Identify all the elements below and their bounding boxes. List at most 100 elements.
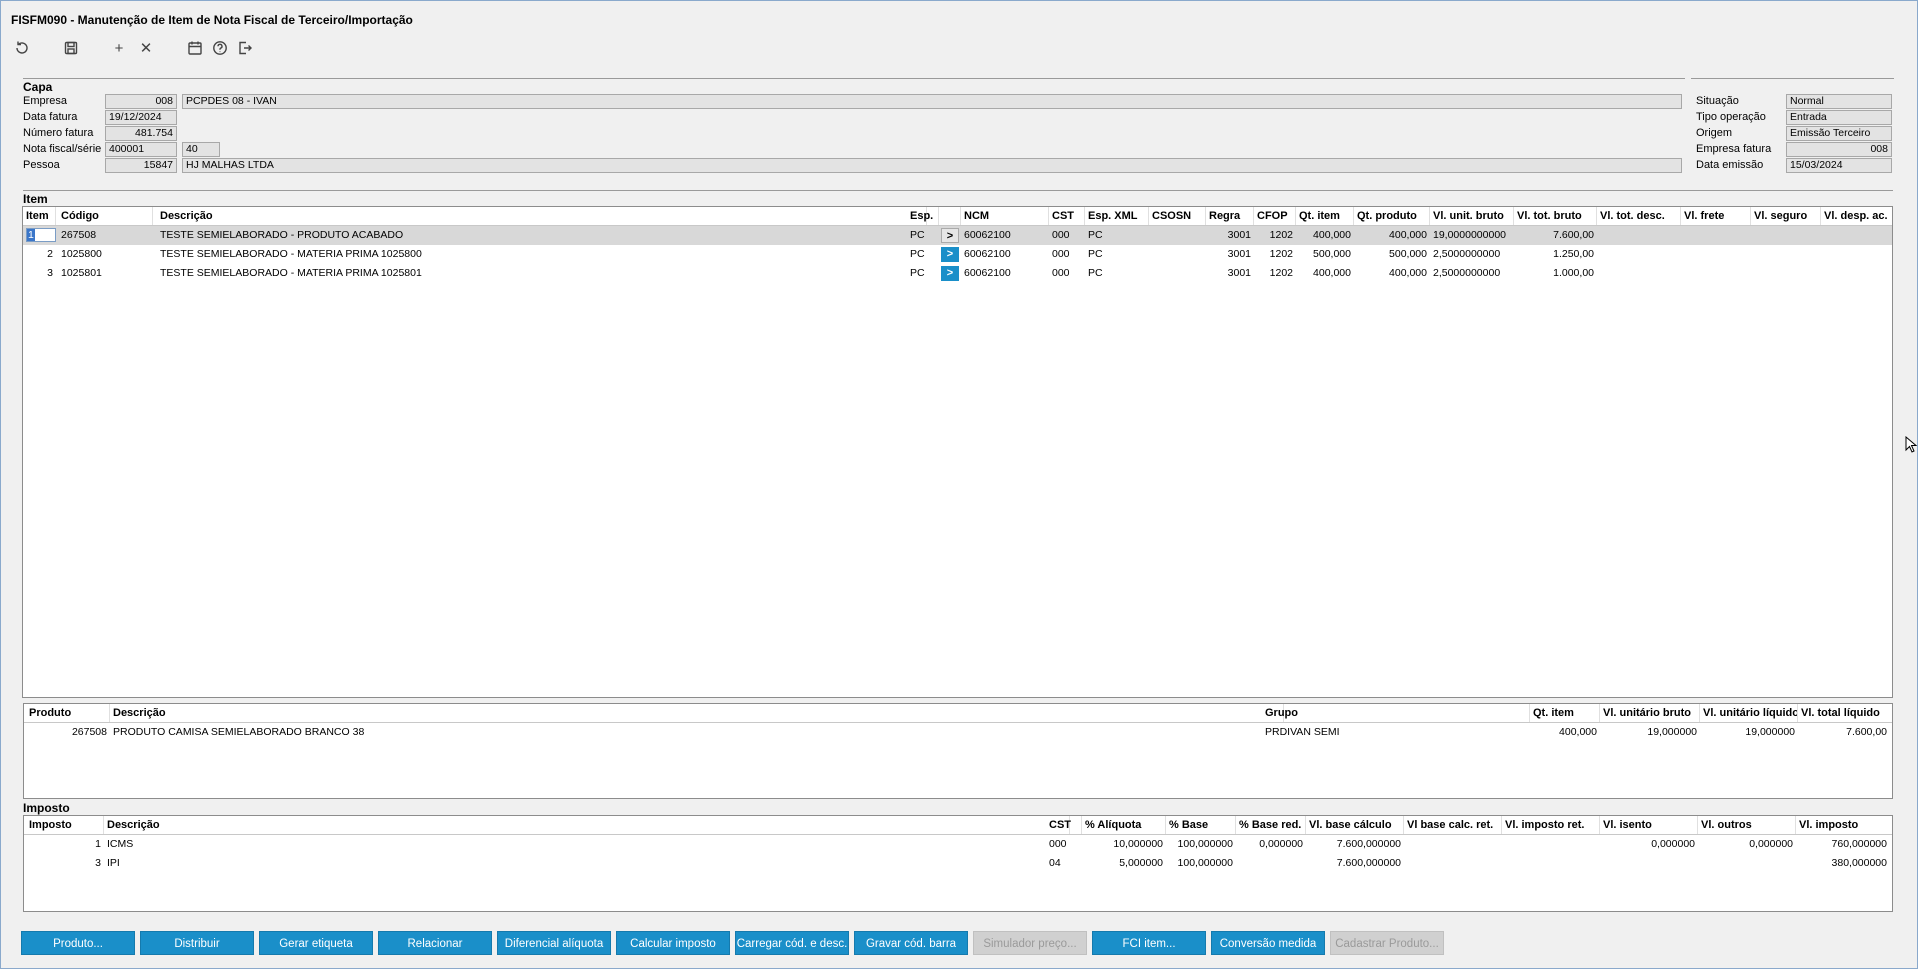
gravar-cod-barra-button[interactable]: Gravar cód. barra	[854, 931, 968, 955]
col-csosn[interactable]: CSOSN	[1149, 207, 1206, 225]
conversao-medida-button[interactable]: Conversão medida	[1211, 931, 1325, 955]
produto-grid[interactable]: Produto Descrição Grupo Qt. item Vl. uni…	[23, 703, 1893, 799]
empresa-label: Empresa	[23, 95, 68, 107]
cell-vl-isento: 0,000000	[1651, 838, 1695, 850]
diferencial-aliquota-button[interactable]: Diferencial alíquota	[497, 931, 611, 955]
calendar-icon[interactable]	[184, 37, 206, 59]
simulador-preco-button[interactable]: Simulador preço...	[973, 931, 1087, 955]
gerar-etiqueta-button[interactable]: Gerar etiqueta	[259, 931, 373, 955]
col-regra[interactable]: Regra	[1206, 207, 1254, 225]
exit-icon[interactable]	[234, 37, 256, 59]
col-vl-imposto[interactable]: Vl. imposto	[1796, 816, 1892, 834]
save-icon[interactable]	[60, 37, 82, 59]
empresa-code-field[interactable]: 008	[105, 94, 177, 109]
col-vl-base-calculo[interactable]: Vl. base cálculo	[1306, 816, 1404, 834]
nota-serie-label: Nota fiscal/série	[23, 143, 102, 155]
col-vl-outros[interactable]: Vl. outros	[1698, 816, 1796, 834]
cell-vl-tot-bruto: 1.000,00	[1553, 267, 1594, 279]
imposto-title: Imposto	[23, 801, 70, 815]
cell-item: 2	[47, 248, 53, 260]
data-fatura-field[interactable]: 19/12/2024	[105, 110, 177, 125]
cell-vl-tot-bruto: 7.600,00	[1553, 229, 1594, 241]
table-row[interactable]: 3 IPI 04 5,000000 100,000000 7.600,00000…	[24, 854, 1892, 873]
refresh-icon[interactable]	[11, 37, 33, 59]
cell-vl-outros	[1698, 854, 1796, 873]
help-icon[interactable]	[209, 37, 231, 59]
add-icon[interactable]: +	[108, 37, 130, 59]
col-grupo[interactable]: Grupo	[1262, 704, 1530, 722]
col-item[interactable]: Item	[23, 207, 56, 225]
cell-vl-tot-bruto: 1.250,00	[1553, 248, 1594, 260]
table-row[interactable]: 2 1025800 TESTE SEMIELABORADO - MATERIA …	[23, 245, 1892, 264]
detail-arrow-button[interactable]: >	[941, 247, 959, 262]
cell-vl-imposto: 380,000000	[1831, 857, 1887, 869]
cell-csosn	[1149, 226, 1206, 245]
col-vl-unitario-bruto[interactable]: Vl. unitário bruto	[1600, 704, 1700, 722]
table-row[interactable]: 3 1025801 TESTE SEMIELABORADO - MATERIA …	[23, 264, 1892, 283]
cell-descricao: IPI	[107, 857, 120, 869]
item-grid[interactable]: Item Código Descrição Esp. NCM CST Esp. …	[22, 206, 1893, 698]
cell-codigo: 267508	[61, 229, 97, 241]
distribuir-button[interactable]: Distribuir	[140, 931, 254, 955]
numero-fatura-field[interactable]: 481.754	[105, 126, 177, 141]
col-ncm[interactable]: NCM	[961, 207, 1049, 225]
nota-fiscal-field[interactable]: 400001	[105, 142, 177, 157]
col-imposto[interactable]: Imposto	[26, 816, 104, 834]
col-base-red[interactable]: % Base red.	[1236, 816, 1306, 834]
col-esp[interactable]: Esp.	[907, 207, 939, 225]
serie-field[interactable]: 40	[182, 142, 220, 157]
col-descricao[interactable]: Descrição	[157, 207, 927, 225]
col-qt-item[interactable]: Qt. item	[1296, 207, 1354, 225]
cadastrar-produto-button[interactable]: Cadastrar Produto...	[1330, 931, 1444, 955]
empresa-fatura-field: 008	[1786, 142, 1892, 157]
col-vl-tot-bruto[interactable]: Vl. tot. bruto	[1514, 207, 1597, 225]
capa-title: Capa	[23, 80, 53, 94]
col-vl-seguro[interactable]: Vl. seguro	[1751, 207, 1821, 225]
col-descricao[interactable]: Descrição	[110, 704, 1284, 722]
col-vl-tot-desc[interactable]: Vl. tot. desc.	[1597, 207, 1681, 225]
col-qt-produto[interactable]: Qt. produto	[1354, 207, 1430, 225]
col-vl-base-calc-ret[interactable]: Vl base calc. ret.	[1404, 816, 1502, 834]
col-vl-frete[interactable]: Vl. frete	[1681, 207, 1751, 225]
relacionar-button[interactable]: Relacionar	[378, 931, 492, 955]
col-vl-unit-bruto[interactable]: Vl. unit. bruto	[1430, 207, 1514, 225]
col-base[interactable]: % Base	[1166, 816, 1236, 834]
origem-label: Origem	[1696, 127, 1733, 139]
fci-item-button[interactable]: FCI item...	[1092, 931, 1206, 955]
cell-vl-unitario-liquido: 19,000000	[1745, 726, 1795, 738]
col-vl-total-liquido[interactable]: Vl. total líquido	[1798, 704, 1892, 722]
detail-arrow-button[interactable]: >	[941, 266, 959, 281]
detail-arrow-button[interactable]: >	[941, 228, 959, 243]
pessoa-code-field[interactable]: 15847	[105, 158, 177, 173]
imposto-grid[interactable]: Imposto Descrição CST % Alíquota % Base …	[23, 815, 1893, 912]
cell-descricao: TESTE SEMIELABORADO - PRODUTO ACABADO	[160, 229, 404, 241]
col-qt-item[interactable]: Qt. item	[1530, 704, 1600, 722]
produto-button[interactable]: Produto...	[21, 931, 135, 955]
cell-base-red	[1236, 854, 1306, 873]
col-descricao[interactable]: Descrição	[104, 816, 1070, 834]
col-codigo[interactable]: Código	[58, 207, 153, 225]
delete-icon[interactable]: ✕	[135, 37, 157, 59]
col-aliquota[interactable]: % Alíquota	[1082, 816, 1166, 834]
col-produto[interactable]: Produto	[26, 704, 110, 722]
col-cfop[interactable]: CFOP	[1254, 207, 1296, 225]
col-vl-isento[interactable]: Vl. isento	[1600, 816, 1698, 834]
cell-cst: 000	[1052, 267, 1070, 279]
col-vl-unitario-liquido[interactable]: Vl. unitário líquido	[1700, 704, 1798, 722]
col-vl-imposto-ret[interactable]: Vl. imposto ret.	[1502, 816, 1600, 834]
calcular-imposto-button[interactable]: Calcular imposto	[616, 931, 730, 955]
col-cst[interactable]: CST	[1046, 816, 1082, 834]
item-cell-editor[interactable]: 1	[26, 228, 56, 242]
table-row[interactable]: 1 ICMS 000 10,000000 100,000000 0,000000…	[24, 835, 1892, 854]
numero-fatura-label: Número fatura	[23, 127, 94, 139]
cell-csosn	[1149, 264, 1206, 283]
carregar-cod-desc-button[interactable]: Carregar cód. e desc.	[735, 931, 849, 955]
table-row[interactable]: 267508 PRODUTO CAMISA SEMIELABORADO BRAN…	[24, 723, 1892, 742]
col-vl-desp-ac[interactable]: Vl. desp. ac.	[1821, 207, 1892, 225]
empresa-fatura-label: Empresa fatura	[1696, 143, 1772, 155]
cell-ncm: 60062100	[964, 229, 1011, 241]
table-row[interactable]: 1 267508 TESTE SEMIELABORADO - PRODUTO A…	[23, 226, 1892, 245]
col-cst[interactable]: CST	[1049, 207, 1085, 225]
data-emissao-field: 15/03/2024	[1786, 158, 1892, 173]
col-esp-xml[interactable]: Esp. XML	[1085, 207, 1149, 225]
